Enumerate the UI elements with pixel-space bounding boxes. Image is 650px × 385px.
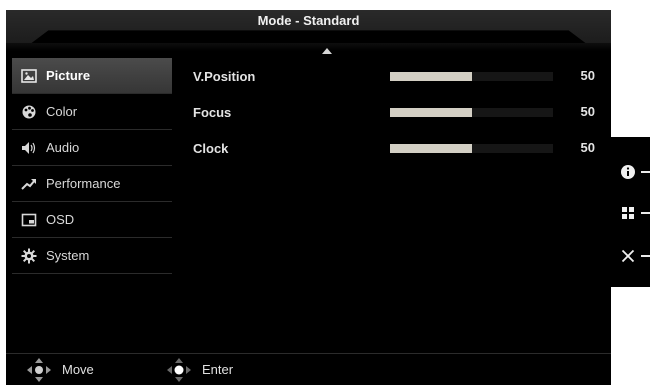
- slider-fill: [390, 71, 472, 81]
- palette-icon: [20, 103, 38, 121]
- slider-fill: [390, 143, 472, 153]
- sidebar-item-osd[interactable]: OSD: [12, 202, 172, 238]
- grid-icon: [622, 207, 634, 219]
- setting-value: 50: [580, 68, 595, 83]
- header-edge: [6, 43, 611, 51]
- setting-row-vposition[interactable]: V.Position 50: [193, 58, 613, 94]
- enter-label: Enter: [202, 362, 234, 377]
- setting-label: Clock: [193, 140, 229, 156]
- focus-slider[interactable]: [390, 107, 553, 117]
- sidebar-item-performance[interactable]: Performance: [12, 166, 172, 202]
- setting-label: V.Position: [193, 68, 256, 84]
- hotkey-menu[interactable]: [611, 193, 650, 233]
- osd-menu: Mode - Standard Picture Color Audio Perf…: [6, 10, 611, 385]
- gear-icon: [20, 247, 38, 265]
- hotkey-exit[interactable]: [611, 236, 650, 276]
- hotkey-info[interactable]: [611, 152, 650, 192]
- setting-value: 50: [580, 140, 595, 155]
- move-hint: Move: [26, 354, 94, 385]
- scroll-up-icon[interactable]: [322, 48, 332, 54]
- settings-panel: V.Position 50 Focus 50 Clock 50: [193, 58, 613, 166]
- hotkey-dash: [641, 212, 650, 214]
- setting-row-focus[interactable]: Focus 50: [193, 94, 613, 130]
- hotkey-dash: [641, 171, 650, 173]
- sidebar-item-label: Performance: [46, 176, 121, 191]
- speaker-icon: [20, 139, 38, 157]
- info-icon: [621, 165, 635, 179]
- setting-label: Focus: [193, 104, 232, 120]
- sidebar-item-label: Picture: [46, 68, 91, 83]
- hotkey-panel: [611, 137, 650, 287]
- picture-icon: [20, 67, 38, 85]
- enter-hint: Enter: [166, 354, 233, 385]
- close-icon: [621, 249, 635, 263]
- setting-row-clock[interactable]: Clock 50: [193, 130, 613, 166]
- vposition-slider[interactable]: [390, 71, 553, 81]
- footer: Move Enter: [6, 354, 611, 385]
- sidebar-item-system[interactable]: System: [12, 238, 172, 274]
- sidebar-item-label: Audio: [46, 140, 80, 155]
- sidebar-item-picture[interactable]: Picture: [12, 58, 172, 94]
- setting-value: 50: [580, 104, 595, 119]
- joystick-move-icon: [27, 357, 51, 382]
- trend-icon: [20, 175, 38, 193]
- sidebar-item-audio[interactable]: Audio: [12, 130, 172, 166]
- sidebar-item-label: System: [46, 248, 90, 263]
- hotkey-dash: [641, 255, 650, 257]
- screen-icon: [20, 211, 38, 229]
- sidebar: Picture Color Audio Performance OSD Syst…: [12, 58, 172, 274]
- joystick-press-icon: [167, 357, 191, 382]
- mode-title: Mode - Standard: [257, 13, 360, 28]
- move-label: Move: [62, 362, 94, 377]
- sidebar-item-label: Color: [46, 104, 78, 119]
- slider-fill: [390, 107, 472, 117]
- sidebar-item-label: OSD: [46, 212, 75, 227]
- clock-slider[interactable]: [390, 143, 553, 153]
- sidebar-item-color[interactable]: Color: [12, 94, 172, 130]
